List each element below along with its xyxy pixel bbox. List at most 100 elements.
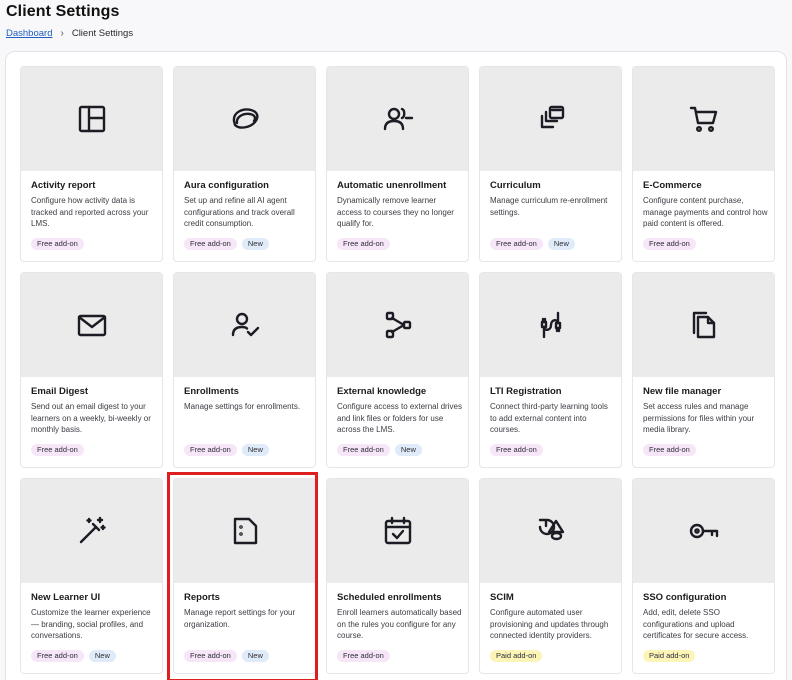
card-title: Aura configuration bbox=[184, 180, 269, 191]
mail-icon bbox=[76, 309, 108, 341]
card-thumbnail bbox=[633, 479, 774, 583]
card-title: Curriculum bbox=[490, 180, 541, 191]
settings-panel: Activity report Configure how activity da… bbox=[5, 51, 787, 680]
free-addon-badge: Free add-on bbox=[643, 444, 696, 456]
card-description: Set access rules and manage permissions … bbox=[643, 402, 755, 434]
card-description: Configure how activity data is tracked a… bbox=[31, 196, 149, 228]
card-thumbnail bbox=[174, 273, 315, 377]
card-title: New Learner UI bbox=[31, 592, 101, 603]
free-addon-badge: Free add-on bbox=[31, 650, 84, 662]
card-badges: Free add-on bbox=[31, 444, 84, 456]
card-description: Configure access to external drives and … bbox=[337, 402, 462, 434]
card-thumbnail bbox=[21, 479, 162, 583]
free-addon-badge: Free add-on bbox=[184, 650, 237, 662]
card-title: SSO configuration bbox=[643, 592, 727, 603]
stack-icon bbox=[535, 103, 567, 135]
shapes-icon bbox=[535, 515, 567, 547]
card-description: Add, edit, delete SSO configurations and… bbox=[643, 608, 749, 640]
settings-card-new-learner-ui[interactable]: New Learner UI Customize the learner expe… bbox=[20, 478, 163, 674]
card-description: Enroll learners automatically based on t… bbox=[337, 608, 462, 640]
card-badges: Free add-on bbox=[337, 650, 390, 662]
card-badges: Free add-on bbox=[31, 238, 84, 250]
card-badges: Free add-on New bbox=[184, 444, 269, 456]
breadcrumb: Dashboard › Client Settings bbox=[6, 28, 133, 39]
free-addon-badge: Free add-on bbox=[337, 444, 390, 456]
settings-card-aura-configuration[interactable]: Aura configuration Set up and refine all … bbox=[173, 66, 316, 262]
card-description: Manage curriculum re-enrollment settings… bbox=[490, 196, 608, 217]
breadcrumb-separator: › bbox=[60, 28, 64, 39]
card-thumbnail bbox=[21, 273, 162, 377]
card-description: Connect third-party learning tools to ad… bbox=[490, 402, 608, 434]
files-icon bbox=[688, 309, 720, 341]
settings-card-grid: Activity report Configure how activity da… bbox=[20, 66, 775, 674]
card-badges: Paid add-on bbox=[643, 650, 696, 662]
new-badge: New bbox=[241, 238, 269, 250]
settings-card-email-digest[interactable]: Email Digest Send out an email digest to … bbox=[20, 272, 163, 468]
aura-icon bbox=[229, 103, 261, 135]
card-badges: Free add-on New bbox=[31, 650, 116, 662]
card-title: Reports bbox=[184, 592, 220, 603]
card-thumbnail bbox=[21, 67, 162, 171]
card-badges: Free add-on bbox=[643, 238, 696, 250]
breadcrumb-dashboard-link[interactable]: Dashboard bbox=[6, 28, 52, 39]
layout-icon bbox=[76, 103, 108, 135]
report-icon bbox=[229, 515, 261, 547]
settings-card-curriculum[interactable]: Curriculum Manage curriculum re-enrollmen… bbox=[479, 66, 622, 262]
card-title: Scheduled enrollments bbox=[337, 592, 442, 603]
card-thumbnail bbox=[174, 67, 315, 171]
settings-card-activity-report[interactable]: Activity report Configure how activity da… bbox=[20, 66, 163, 262]
card-thumbnail bbox=[633, 273, 774, 377]
card-description: Dynamically remove learner access to cou… bbox=[337, 196, 454, 228]
new-badge: New bbox=[547, 238, 575, 250]
card-badges: Free add-on bbox=[337, 238, 390, 250]
free-addon-badge: Free add-on bbox=[184, 444, 237, 456]
settings-card-sso-configuration[interactable]: SSO configuration Add, edit, delete SSO c… bbox=[632, 478, 775, 674]
settings-card-external-knowledge[interactable]: External knowledge Configure access to ex… bbox=[326, 272, 469, 468]
card-title: Automatic unenrollment bbox=[337, 180, 447, 191]
plug-icon bbox=[535, 309, 567, 341]
paid-addon-badge: Paid add-on bbox=[643, 650, 696, 662]
free-addon-badge: Free add-on bbox=[490, 444, 543, 456]
card-badges: Free add-on bbox=[490, 444, 543, 456]
card-description: Configure automated user provisioning an… bbox=[490, 608, 609, 640]
card-thumbnail bbox=[327, 273, 468, 377]
new-badge: New bbox=[88, 650, 116, 662]
share-nodes-icon bbox=[382, 309, 414, 341]
card-title: New file manager bbox=[643, 386, 722, 397]
settings-card-scim[interactable]: SCIM Configure automated user provisionin… bbox=[479, 478, 622, 674]
card-description: Configure content purchase, manage payme… bbox=[643, 196, 768, 228]
free-addon-badge: Free add-on bbox=[490, 238, 543, 250]
card-thumbnail bbox=[327, 67, 468, 171]
card-title: External knowledge bbox=[337, 386, 427, 397]
settings-card-automatic-unenrollment[interactable]: Automatic unenrollment Dynamically remove… bbox=[326, 66, 469, 262]
user-minus-icon bbox=[382, 103, 414, 135]
key-icon bbox=[688, 515, 720, 547]
card-title: E-Commerce bbox=[643, 180, 702, 191]
settings-card-reports[interactable]: Reports Manage report settings for your o… bbox=[173, 478, 316, 674]
card-thumbnail bbox=[480, 67, 621, 171]
card-title: Email Digest bbox=[31, 386, 89, 397]
magic-wand-icon bbox=[76, 515, 108, 547]
free-addon-badge: Free add-on bbox=[31, 444, 84, 456]
card-title: Enrollments bbox=[184, 386, 239, 397]
cart-icon bbox=[688, 103, 720, 135]
free-addon-badge: Free add-on bbox=[31, 238, 84, 250]
settings-card-lti-registration[interactable]: LTI Registration Connect third-party lear… bbox=[479, 272, 622, 468]
card-description: Manage settings for enrollments. bbox=[184, 402, 301, 411]
card-title: LTI Registration bbox=[490, 386, 562, 397]
free-addon-badge: Free add-on bbox=[643, 238, 696, 250]
settings-card-new-file-manager[interactable]: New file manager Set access rules and man… bbox=[632, 272, 775, 468]
card-badges: Free add-on New bbox=[490, 238, 575, 250]
card-badges: Free add-on New bbox=[184, 650, 269, 662]
page-title: Client Settings bbox=[6, 3, 120, 20]
settings-card-e-commerce[interactable]: E-Commerce Configure content purchase, ma… bbox=[632, 66, 775, 262]
card-description: Send out an email digest to your learner… bbox=[31, 402, 151, 434]
card-badges: Paid add-on bbox=[490, 650, 543, 662]
card-thumbnail bbox=[633, 67, 774, 171]
free-addon-badge: Free add-on bbox=[184, 238, 237, 250]
settings-card-scheduled-enrollments[interactable]: Scheduled enrollments Enroll learners aut… bbox=[326, 478, 469, 674]
new-badge: New bbox=[241, 444, 269, 456]
paid-addon-badge: Paid add-on bbox=[490, 650, 543, 662]
card-badges: Free add-on New bbox=[184, 238, 269, 250]
settings-card-enrollments[interactable]: Enrollments Manage settings for enrollmen… bbox=[173, 272, 316, 468]
